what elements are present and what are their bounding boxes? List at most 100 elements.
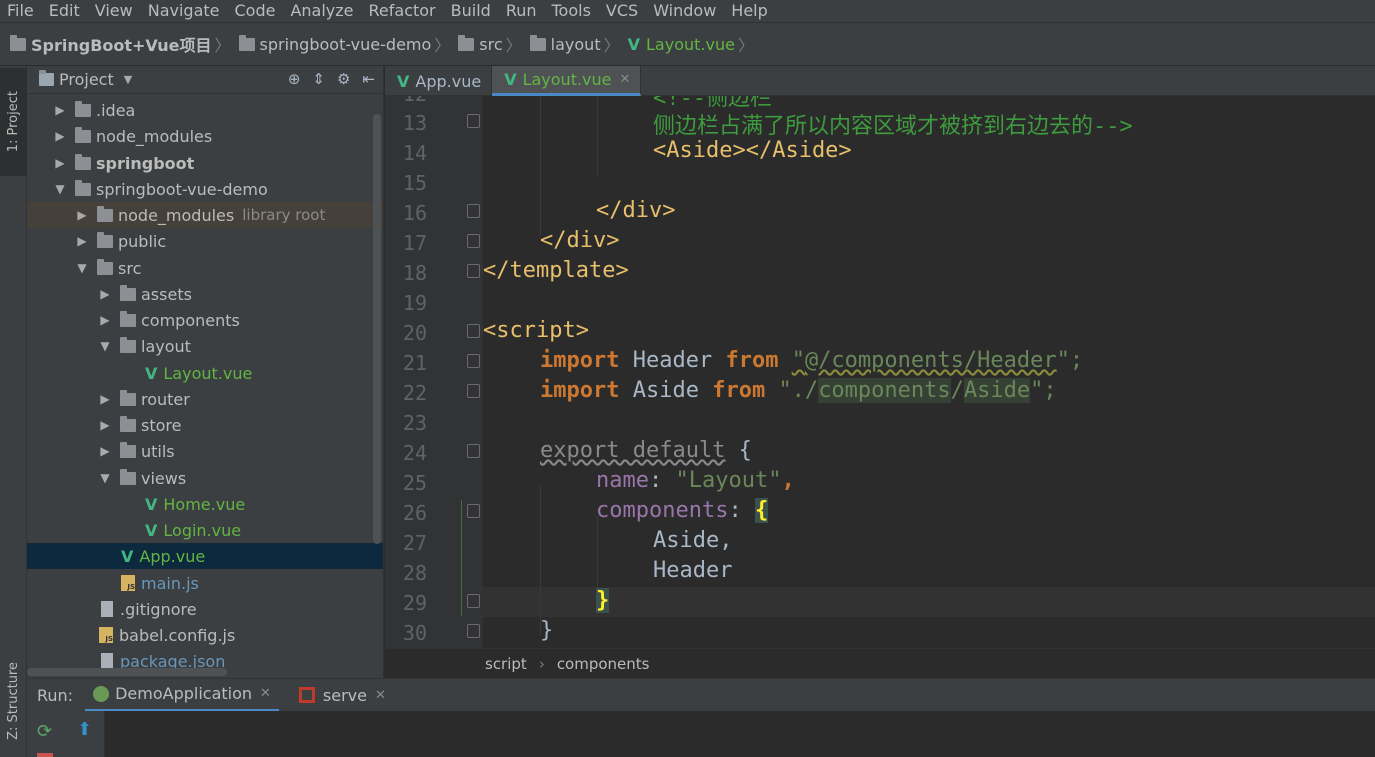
tree-item-assets[interactable]: ▶ assets [27, 281, 383, 307]
collapse-arrow-icon[interactable]: ▼ [98, 339, 112, 353]
project-view-selector[interactable]: Project [59, 70, 114, 89]
scroll-up-icon[interactable]: ⬆ [77, 719, 92, 740]
expand-arrow-icon[interactable]: ▶ [53, 129, 67, 143]
project-vertical-scrollbar[interactable] [373, 114, 381, 544]
expand-arrow-icon[interactable]: ▶ [98, 313, 112, 327]
tree-item-label: springboot-vue-demo [96, 179, 268, 199]
stop-icon[interactable] [37, 753, 53, 757]
tree-item-utils[interactable]: ▶ utils [27, 438, 383, 464]
fold-marker-icon[interactable] [467, 624, 480, 638]
breadcrumb-file[interactable]: V Layout.vue 〉 [628, 32, 758, 56]
fold-marker-icon[interactable] [467, 594, 480, 608]
menu-vcs[interactable]: VCS [599, 1, 646, 21]
expand-arrow-icon[interactable]: ▶ [98, 444, 112, 458]
tab-layout-vue[interactable]: V Layout.vue ✕ [492, 66, 642, 96]
tree-item-layout[interactable]: ▼ layout [27, 333, 383, 359]
menu-navigate[interactable]: Navigate [141, 1, 228, 21]
breadcrumb-src[interactable]: src 〉 [458, 32, 525, 56]
fold-marker-icon[interactable] [467, 234, 480, 248]
expand-arrow-icon[interactable]: ▶ [75, 208, 89, 222]
fold-marker-icon[interactable] [467, 324, 480, 338]
tree-item-springboot-vue-demo[interactable]: ▼ springboot-vue-demo [27, 176, 383, 202]
run-tab-serve[interactable]: serve ✕ [291, 679, 394, 712]
tree-item-store[interactable]: ▶ store [27, 412, 383, 438]
hide-panel-icon[interactable]: ⇤ [362, 70, 375, 88]
line-number: 27 [402, 531, 427, 555]
fold-marker-icon[interactable] [467, 114, 480, 128]
menu-refactor[interactable]: Refactor [362, 1, 444, 21]
menu-view[interactable]: View [88, 1, 141, 21]
collapse-all-icon[interactable]: ⇕ [312, 70, 325, 88]
expand-arrow-icon[interactable]: ▶ [75, 234, 89, 248]
code-editor[interactable]: 12 13 14 15 16 17 18 19 20 21 22 23 24 2… [385, 96, 1375, 648]
menu-analyze[interactable]: Analyze [283, 1, 361, 21]
menu-build[interactable]: Build [444, 1, 499, 21]
keyword-export-default: export default [540, 438, 726, 463]
tree-item-login-vue[interactable]: V Login.vue [27, 517, 383, 543]
tree-item-springboot[interactable]: ▶ springboot [27, 150, 383, 176]
fold-marker-icon[interactable] [467, 354, 480, 368]
tab-app-vue[interactable]: V App.vue [385, 66, 493, 96]
close-icon[interactable]: ✕ [375, 688, 386, 703]
folder-icon [120, 415, 136, 432]
tree-item-components[interactable]: ▶ components [27, 307, 383, 333]
tree-item-label: views [141, 468, 187, 488]
close-icon[interactable]: ✕ [260, 686, 271, 701]
locate-icon[interactable]: ⊕ [288, 70, 301, 88]
close-icon[interactable]: ✕ [620, 72, 631, 87]
vue-file-icon: V [145, 494, 158, 514]
tree-item-app-vue[interactable]: V App.vue [27, 543, 383, 569]
tree-item-layout-vue[interactable]: V Layout.vue [27, 360, 383, 386]
breadcrumb-project[interactable]: SpringBoot+Vue项目 〉 [10, 32, 235, 56]
import-path: @/components/Header [804, 348, 1057, 373]
tree-item-node-modules-lib[interactable]: ▶ node_modules library root [27, 202, 383, 228]
breadcrumb-module[interactable]: springboot-vue-demo 〉 [238, 32, 455, 56]
settings-icon[interactable]: ⚙ [337, 70, 350, 88]
line-number: 14 [402, 141, 427, 165]
tree-item-router[interactable]: ▶ router [27, 386, 383, 412]
tree-item-src[interactable]: ▼ src [27, 255, 383, 281]
run-tab-demo-application[interactable]: DemoApplication ✕ [85, 679, 279, 712]
breadcrumb-layout[interactable]: layout 〉 [529, 32, 624, 56]
tab-label: App.vue [415, 71, 482, 91]
tree-item-views[interactable]: ▼ views [27, 465, 383, 491]
menu-help[interactable]: Help [724, 1, 775, 21]
code-line-27: Aside, [653, 528, 733, 553]
collapse-arrow-icon[interactable]: ▼ [53, 182, 67, 196]
tree-item-gitignore[interactable]: .gitignore [27, 596, 383, 622]
menu-window[interactable]: Window [646, 1, 724, 21]
expand-arrow-icon[interactable]: ▶ [53, 103, 67, 117]
rerun-icon[interactable]: ⟳ [37, 721, 52, 742]
expand-arrow-icon[interactable]: ▶ [98, 418, 112, 432]
editor-crumb-components[interactable]: components [557, 655, 650, 673]
collapse-arrow-icon[interactable]: ▼ [98, 471, 112, 485]
menu-tools[interactable]: Tools [545, 1, 599, 21]
fold-marker-icon[interactable] [467, 444, 480, 458]
expand-arrow-icon[interactable]: ▶ [98, 287, 112, 301]
project-horizontal-scrollbar[interactable] [27, 668, 227, 676]
tree-item-node-modules[interactable]: ▶ node_modules [27, 123, 383, 149]
expand-arrow-icon[interactable]: ▶ [98, 392, 112, 406]
js-file-icon: JS [99, 627, 113, 643]
fold-marker-icon[interactable] [467, 384, 480, 398]
tree-item-idea[interactable]: ▶ .idea [27, 97, 383, 123]
tree-item-main-js[interactable]: JS main.js [27, 570, 383, 596]
dropdown-arrow-icon[interactable]: ▼ [124, 73, 132, 86]
expand-arrow-icon[interactable]: ▶ [53, 156, 67, 170]
fold-marker-icon[interactable] [467, 504, 480, 518]
menu-file[interactable]: File [0, 1, 42, 21]
matched-brace: { [754, 498, 769, 523]
tree-item-public[interactable]: ▶ public [27, 228, 383, 254]
editor-crumb-script[interactable]: script [485, 655, 527, 673]
tree-item-babel-config[interactable]: JS babel.config.js [27, 622, 383, 648]
menu-run[interactable]: Run [499, 1, 545, 21]
run-console[interactable] [27, 711, 1375, 757]
tool-tab-structure[interactable]: Z: Structure [0, 626, 27, 757]
collapse-arrow-icon[interactable]: ▼ [75, 261, 89, 275]
menu-code[interactable]: Code [228, 1, 284, 21]
tool-tab-project[interactable]: 1: Project [0, 68, 27, 176]
fold-marker-icon[interactable] [467, 264, 480, 278]
menu-edit[interactable]: Edit [42, 1, 88, 21]
fold-marker-icon[interactable] [467, 204, 480, 218]
tree-item-home-vue[interactable]: V Home.vue [27, 491, 383, 517]
